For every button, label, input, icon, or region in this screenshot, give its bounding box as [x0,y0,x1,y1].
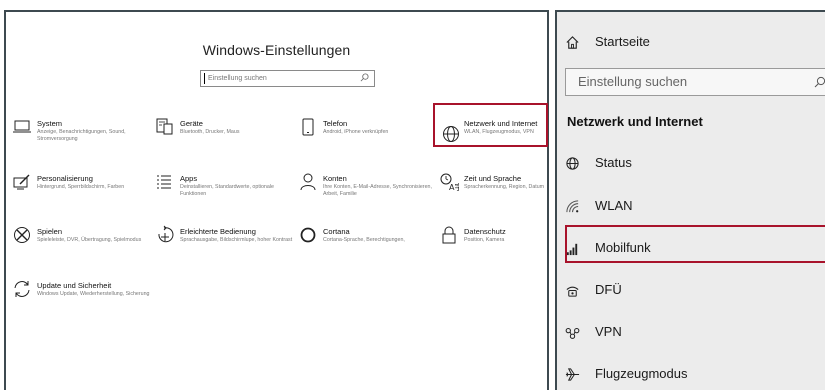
sidebar-search-input[interactable]: Einstellung suchen [565,68,825,96]
category-spielen[interactable]: Spielen Spieleleiste, DVR, Übertragung, … [12,225,152,265]
category-personalisierung[interactable]: Personalisierung Hintergrund, Sperrbilds… [12,172,152,212]
category-subtitle: Spieleleiste, DVR, Übertragung, Spielmod… [37,237,142,243]
category-title: Geräte [180,119,203,128]
xbox-icon [12,225,32,245]
wifi-icon [565,199,580,214]
window-title: Windows-Einstellungen [202,42,351,58]
search-input[interactable]: Einstellung suchen [200,70,375,87]
network-sidebar: Startseite Einstellung suchen Netzwerk u… [555,10,825,390]
category-subtitle: Windows Update, Wiederherstellung, Siche… [37,291,150,297]
apps-list-icon [155,172,175,192]
category-subtitle: Sprachausgabe, Bildschirmlupe, hoher Kon… [180,237,293,243]
devices-icon [155,117,175,137]
laptop-icon [12,117,32,137]
sidebar-item-label: WLAN [595,198,633,213]
ease-of-access-icon [155,225,175,245]
sidebar-search-placeholder: Einstellung suchen [578,74,688,89]
search-placeholder: Einstellung suchen [208,75,267,82]
globe-icon [565,156,580,171]
category-erleichterte-bedienung[interactable]: Erleichterte Bedienung Sprachausgabe, Bi… [155,225,295,265]
category-apps[interactable]: Apps Deinstallieren, Standardwerte, opti… [155,172,295,212]
category-title: System [37,119,63,128]
category-system[interactable]: System Anzeige, Benachrichtigungen, Soun… [12,117,152,157]
category-title: Telefon [323,119,348,128]
phone-icon [298,117,318,137]
category-subtitle: Ihre Konten, E-Mail-Adresse, Synchronisi… [323,184,432,198]
airplane-icon [565,367,580,382]
highlight-box-netzwerk [433,103,548,147]
category-cortana[interactable]: Cortana Cortana-Sprache, Berechtigungen, [298,225,438,265]
category-update[interactable]: Update und Sicherheit Windows Update, Wi… [12,279,152,319]
category-title: Datenschutz [464,227,506,236]
dialup-icon [565,283,580,298]
sidebar-item-label: Flugzeugmodus [595,366,688,381]
cortana-icon [298,225,318,245]
section-title: Netzwerk und Internet [567,114,703,129]
lock-icon [439,225,459,245]
category-title: Cortana [323,227,350,236]
sidebar-item-label: VPN [595,324,622,339]
category-subtitle: Cortana-Sprache, Berechtigungen, [323,237,405,243]
category-telefon[interactable]: Telefon Android, iPhone verknüpfen [298,117,438,157]
category-title: Zeit und Sprache [464,174,522,183]
search-icon [814,76,825,88]
time-language-icon: A字 [439,172,462,192]
vpn-icon [565,325,580,340]
person-icon [298,172,318,192]
highlight-box-mobilfunk [565,225,825,263]
category-subtitle: Deinstallieren, Standardwerte, optionale… [180,184,274,198]
category-geraete[interactable]: Geräte Bluetooth, Drucker, Maus [155,117,295,157]
category-subtitle: Android, iPhone verknüpfen [323,129,389,135]
category-title: Spielen [37,227,63,236]
category-title: Erleichterte Bedienung [180,227,256,236]
home-icon [565,35,580,50]
category-title: Personalisierung [37,174,93,183]
sidebar-home-label: Startseite [595,34,650,49]
category-subtitle: Bluetooth, Drucker, Maus [180,129,240,135]
category-title: Konten [323,174,347,183]
sync-icon [12,279,32,299]
category-konten[interactable]: Konten Ihre Konten, E-Mail-Adresse, Sync… [298,172,438,212]
svg-text:A字: A字 [449,182,459,192]
settings-home-window: Windows-Einstellungen Einstellung suchen… [4,10,549,390]
category-title: Update und Sicherheit [37,281,112,290]
text-caret [204,73,205,84]
category-title: Apps [180,174,198,183]
sidebar-item-label: DFÜ [595,282,622,297]
category-subtitle: Anzeige, Benachrichtigungen, Sound, Stro… [37,129,126,143]
category-subtitle: Hintergrund, Sperrbildschirm, Farben [37,184,125,190]
search-icon [360,73,369,82]
sidebar-item-label: Status [595,155,632,170]
paint-icon [12,172,32,192]
